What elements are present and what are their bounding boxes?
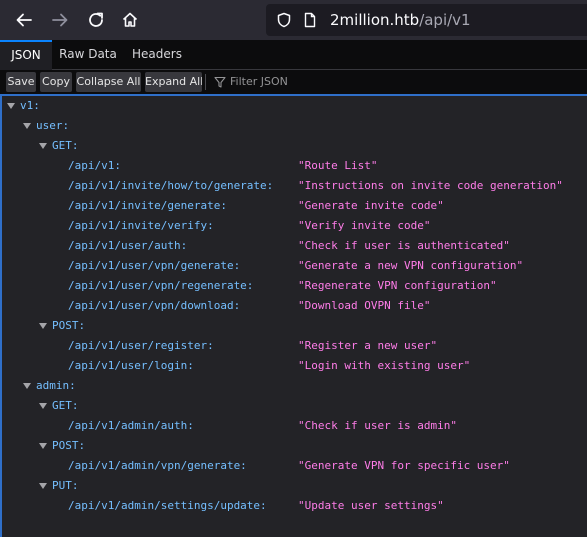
- json-value: "Generate a new VPN configuration": [298, 259, 524, 272]
- tree-row-endpoint[interactable]: /api/v1/user/register: "Register a new u…: [2, 336, 587, 356]
- tree-row-endpoint[interactable]: /api/v1: "Route List": [2, 156, 587, 176]
- tree-row-user-get[interactable]: GET:: [2, 136, 587, 156]
- tree-row-endpoint[interactable]: /api/v1/admin/settings/update: "Update u…: [2, 496, 587, 516]
- tree-row-endpoint[interactable]: /api/v1/user/vpn/regenerate: "Regenerate…: [2, 276, 587, 296]
- forward-icon[interactable]: [48, 8, 72, 32]
- tree-row-endpoint[interactable]: /api/v1/admin/auth: "Check if user is ad…: [2, 416, 587, 436]
- json-value: "Regenerate VPN configuration": [298, 279, 497, 292]
- tree-row-endpoint[interactable]: /api/v1/user/vpn/download: "Download OVP…: [2, 296, 587, 316]
- json-value: "Verify invite code": [298, 219, 431, 232]
- url-host: 2million.htb: [330, 11, 420, 29]
- json-value: "Check if user is admin": [298, 419, 457, 432]
- json-toolbar: Save Copy Collapse All Expand All Filter…: [0, 70, 587, 96]
- json-key: /api/v1/admin/vpn/generate:: [68, 459, 247, 472]
- tree-row-admin-get[interactable]: GET:: [2, 396, 587, 416]
- tab-json[interactable]: JSON: [0, 40, 52, 70]
- json-key: /api/v1/admin/auth:: [68, 419, 194, 432]
- filter-icon: [214, 76, 226, 88]
- json-key: /api/v1/user/vpn/download:: [68, 299, 241, 312]
- reload-icon[interactable]: [84, 8, 108, 32]
- tree-row-admin[interactable]: admin:: [2, 376, 587, 396]
- toolbar-divider: [205, 74, 206, 90]
- viewer-tabs: JSON Raw Data Headers: [0, 40, 587, 70]
- json-key: /api/v1/user/login:: [68, 359, 194, 372]
- tree-row-endpoint[interactable]: /api/v1/invite/verify: "Verify invite co…: [2, 216, 587, 236]
- json-key: GET:: [52, 139, 79, 152]
- tree-row-admin-post[interactable]: POST:: [2, 436, 587, 456]
- tree-row-user-post[interactable]: POST:: [2, 316, 587, 336]
- json-key: /api/v1/user/vpn/generate:: [68, 259, 241, 272]
- tree-row-endpoint[interactable]: /api/v1/user/auth: "Check if user is aut…: [2, 236, 587, 256]
- json-key: POST:: [52, 319, 86, 332]
- expand-arrow-icon[interactable]: [39, 143, 47, 149]
- json-value: "Instructions on invite code generation": [298, 179, 563, 192]
- copy-button[interactable]: Copy: [40, 72, 72, 92]
- json-key: admin:: [36, 379, 76, 392]
- expand-all-button[interactable]: Expand All: [145, 72, 202, 92]
- expand-arrow-icon[interactable]: [39, 403, 47, 409]
- page-icon[interactable]: [302, 12, 318, 28]
- tree-row-v1[interactable]: v1:: [2, 96, 587, 116]
- json-value: "Route List": [298, 159, 378, 172]
- json-tree: v1: user: GET: /api/v1: "Route List" /ap…: [0, 96, 587, 537]
- home-icon[interactable]: [118, 8, 142, 32]
- expand-arrow-icon[interactable]: [39, 483, 47, 489]
- expand-arrow-icon[interactable]: [39, 323, 47, 329]
- save-button[interactable]: Save: [6, 72, 36, 92]
- expand-arrow-icon[interactable]: [39, 443, 47, 449]
- json-value: "Register a new user": [298, 339, 438, 352]
- url-path: /api/v1: [419, 11, 471, 29]
- json-key: /api/v1/user/auth:: [68, 239, 188, 252]
- expand-arrow-icon[interactable]: [23, 383, 31, 389]
- json-key: v1:: [20, 99, 40, 112]
- url-text: 2million.htb/api/v1: [330, 11, 471, 29]
- json-key: /api/v1/invite/verify:: [68, 219, 214, 232]
- tree-row-user[interactable]: user:: [2, 116, 587, 136]
- json-value: "Login with existing user": [298, 359, 471, 372]
- json-key: /api/v1/invite/how/to/generate:: [68, 179, 274, 192]
- tree-row-endpoint[interactable]: /api/v1/user/vpn/generate: "Generate a n…: [2, 256, 587, 276]
- json-value: "Download OVPN file": [298, 299, 431, 312]
- tree-row-endpoint[interactable]: /api/v1/invite/generate: "Generate invit…: [2, 196, 587, 216]
- json-value: "Check if user is authenticated": [298, 239, 510, 252]
- collapse-all-button[interactable]: Collapse All: [76, 72, 141, 92]
- json-key: /api/v1/user/vpn/regenerate:: [68, 279, 254, 292]
- json-key: /api/v1/admin/settings/update:: [68, 499, 267, 512]
- json-key: PUT:: [52, 479, 79, 492]
- tree-row-endpoint[interactable]: /api/v1/invite/how/to/generate: "Instruc…: [2, 176, 587, 196]
- json-key: /api/v1/invite/generate:: [68, 199, 227, 212]
- back-icon[interactable]: [12, 8, 36, 32]
- browser-toolbar: 2million.htb/api/v1: [0, 0, 587, 40]
- tab-headers[interactable]: Headers: [126, 40, 188, 70]
- address-bar[interactable]: 2million.htb/api/v1: [266, 4, 587, 36]
- json-key: /api/v1:: [68, 159, 121, 172]
- tree-row-endpoint[interactable]: /api/v1/user/login: "Login with existing…: [2, 356, 587, 376]
- json-value: "Generate invite code": [298, 199, 444, 212]
- json-key: /api/v1/user/register:: [68, 339, 214, 352]
- json-value: "Generate VPN for specific user": [298, 459, 510, 472]
- json-key: POST:: [52, 439, 86, 452]
- json-key: GET:: [52, 399, 79, 412]
- tree-row-admin-put[interactable]: PUT:: [2, 476, 587, 496]
- json-value: "Update user settings": [298, 499, 444, 512]
- tree-row-endpoint[interactable]: /api/v1/admin/vpn/generate: "Generate VP…: [2, 456, 587, 476]
- tab-raw-data[interactable]: Raw Data: [54, 40, 122, 70]
- filter-input[interactable]: Filter JSON: [230, 73, 288, 91]
- expand-arrow-icon[interactable]: [23, 123, 31, 129]
- json-key: user:: [36, 119, 70, 132]
- expand-arrow-icon[interactable]: [7, 103, 15, 109]
- shield-icon[interactable]: [276, 12, 292, 28]
